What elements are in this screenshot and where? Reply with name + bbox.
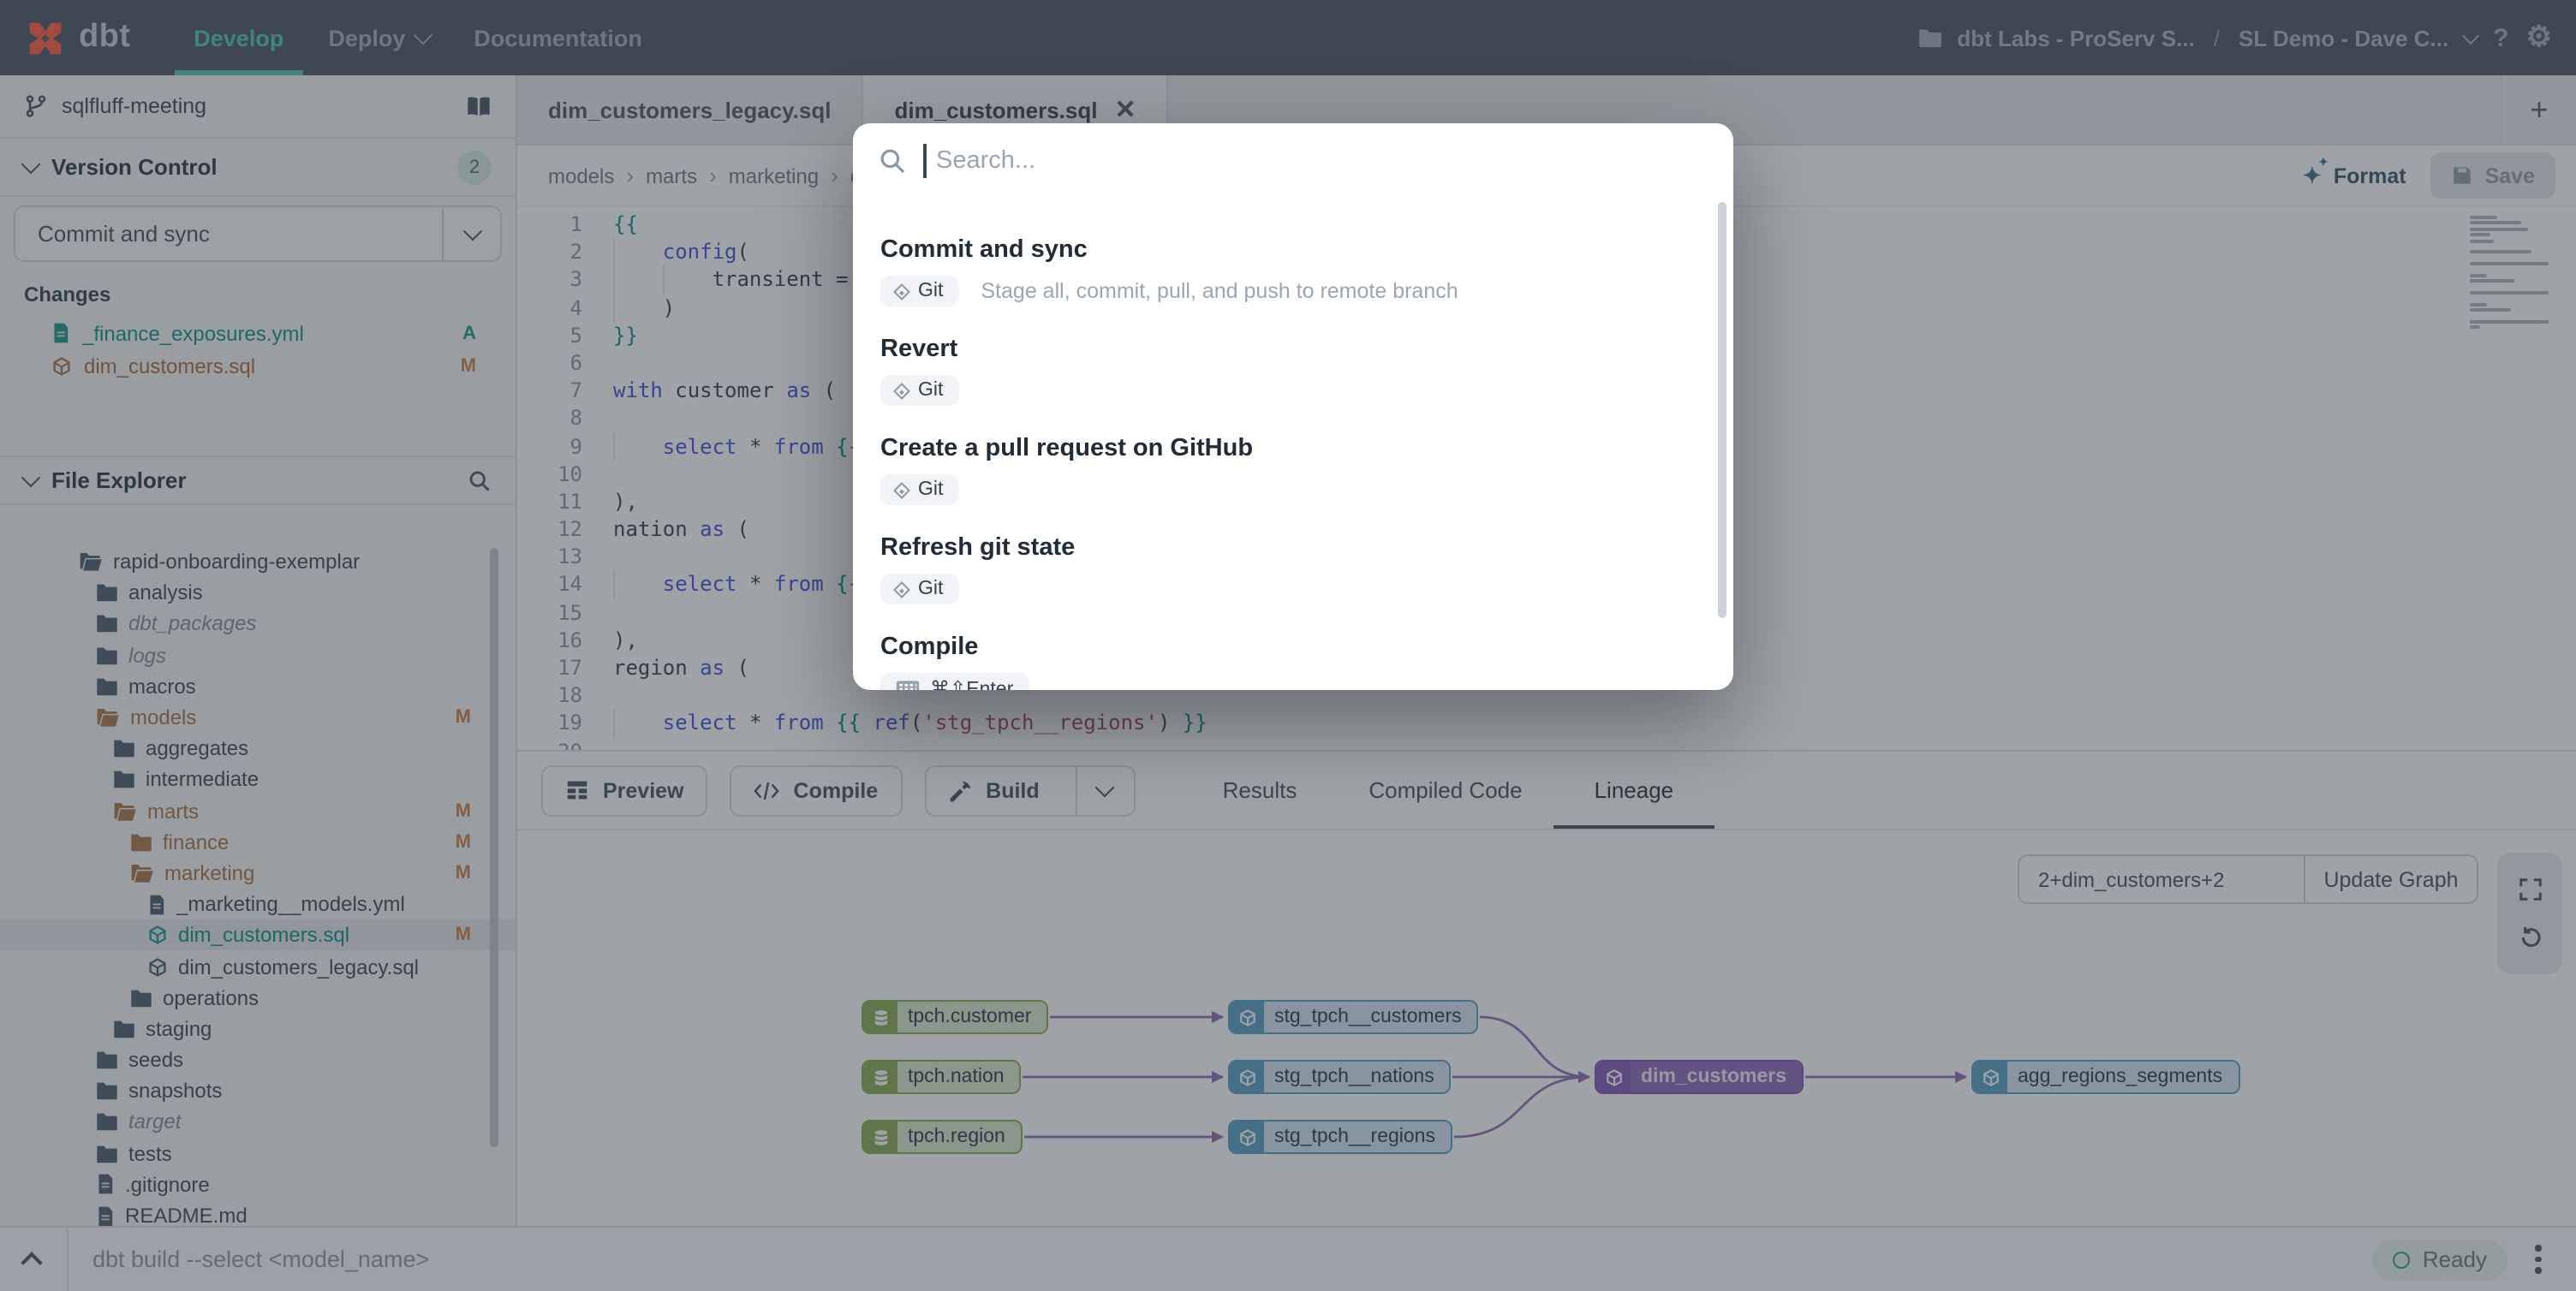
command-title: Create a pull request on GitHub [880, 435, 1706, 462]
git-badge: Git [880, 574, 958, 604]
command-title: Revert [880, 336, 1706, 363]
command-item[interactable]: Revert Git [880, 336, 1706, 406]
git-icon [893, 580, 910, 598]
git-badge: Git [880, 474, 958, 505]
modal-scrollbar[interactable] [1718, 202, 1726, 618]
command-title: Compile [880, 634, 1706, 661]
dbt-cloud-ide: dbt Develop Deploy Documentation dbt Lab… [0, 0, 2576, 1291]
keyboard-icon [896, 679, 920, 690]
command-palette-modal: Commit and sync Git Stage all, commit, pul… [853, 123, 1733, 690]
shortcut-badge: ⌘⇧Enter [880, 673, 1029, 690]
command-item[interactable]: Refresh git state Git [880, 534, 1706, 604]
command-item[interactable]: Create a pull request on GitHub Git [880, 435, 1706, 505]
badge-label: ⌘⇧Enter [930, 676, 1013, 690]
text-cursor [923, 144, 926, 178]
command-title: Refresh git state [880, 534, 1706, 562]
search-icon [879, 147, 906, 175]
command-list: Commit and sync Git Stage all, commit, pul… [853, 199, 1733, 690]
command-item[interactable]: Commit and sync Git Stage all, commit, pul… [880, 236, 1706, 306]
git-icon [893, 481, 910, 498]
badge-label: Git [918, 380, 943, 401]
git-badge: Git [880, 375, 958, 406]
command-search-input[interactable] [933, 146, 1708, 176]
badge-label: Git [918, 479, 943, 500]
command-description: Stage all, commit, pull, and push to rem… [981, 279, 1458, 303]
git-icon [893, 283, 910, 300]
git-icon [893, 382, 910, 399]
command-palette-search [853, 123, 1733, 199]
badge-label: Git [918, 281, 943, 301]
badge-label: Git [918, 579, 943, 599]
git-badge: Git [880, 276, 958, 306]
command-item[interactable]: Compile ⌘⇧Enter [880, 634, 1706, 690]
command-title: Commit and sync [880, 236, 1706, 264]
